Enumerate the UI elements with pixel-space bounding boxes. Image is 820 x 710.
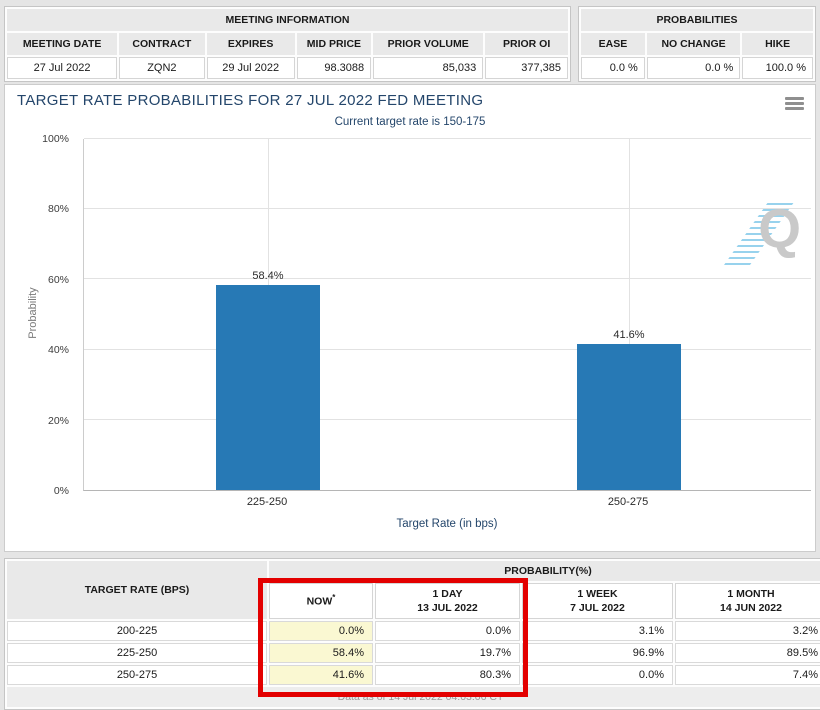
week-cell: 3.1%: [522, 621, 673, 642]
no-change-value: 0.0 %: [646, 57, 741, 79]
day-cell: 0.0%: [375, 621, 520, 642]
quikstrike-q-logo-icon: Q: [758, 197, 801, 259]
col-header-1-month: 1 MONTH 14 JUN 2022: [675, 583, 820, 620]
col-header-no-change: NO CHANGE: [646, 33, 741, 55]
table-row: 250-275 41.6% 80.3% 0.0% 7.4%: [7, 665, 820, 686]
probabilities-summary-table: PROBABILITIES EASE NO CHANGE HIKE 0.0 % …: [578, 6, 816, 82]
meeting-information-title: MEETING INFORMATION: [7, 9, 568, 31]
week-cell: 96.9%: [522, 643, 673, 664]
x-tick-label: 250-275: [607, 496, 649, 508]
table-row: 200-225 0.0% 0.0% 3.1% 3.2%: [7, 621, 820, 642]
x-tick-label: 225-250: [246, 496, 288, 508]
col-header-mid-price: MID PRICE: [296, 33, 372, 55]
meeting-date-value: 27 Jul 2022: [7, 57, 118, 79]
bar-250-275[interactable]: [577, 343, 681, 490]
table-row: 225-250 58.4% 19.7% 96.9% 89.5%: [7, 643, 820, 664]
col-header-prior-oi: PRIOR OI: [485, 33, 568, 55]
chart-title: TARGET RATE PROBABILITIES FOR 27 JUL 202…: [17, 92, 484, 109]
target-rate-cell: 200-225: [7, 621, 267, 642]
y-axis-title: Probability: [27, 287, 39, 339]
x-axis-title: Target Rate (in bps): [396, 518, 498, 530]
rate-probability-table: TARGET RATE (BPS) PROBABILITY(%) NOW* 1 …: [4, 558, 820, 710]
hike-value: 100.0 %: [742, 57, 813, 79]
now-cell: 0.0%: [269, 621, 373, 642]
bar-value-label: 41.6%: [613, 328, 645, 341]
meeting-information-table: MEETING INFORMATION MEETING DATE CONTRAC…: [4, 6, 571, 82]
ease-value: 0.0 %: [581, 57, 645, 79]
plot-area: 58.4% 41.6% Q: [83, 138, 811, 491]
col-header-1-day: 1 DAY 13 JUL 2022: [375, 583, 520, 620]
col-header-expires: EXPIRES: [206, 33, 295, 55]
col-header-ease: EASE: [581, 33, 645, 55]
y-axis-labels: 0% 20% 40% 60% 80% 100%: [42, 133, 69, 497]
prior-oi-value: 377,385: [485, 57, 568, 79]
week-cell: 0.0%: [522, 665, 673, 686]
probability-group-header: PROBABILITY(%): [269, 561, 820, 581]
col-header-meeting-date: MEETING DATE: [7, 33, 118, 55]
target-rate-probabilities-chart-panel: TARGET RATE PROBABILITIES FOR 27 JUL 202…: [4, 84, 816, 552]
probabilities-title: PROBABILITIES: [581, 9, 813, 31]
expires-value: 29 Jul 2022: [206, 57, 295, 79]
quikstrike-watermark: Q: [722, 197, 803, 271]
now-cell: 41.6%: [269, 665, 373, 686]
col-header-contract: CONTRACT: [119, 33, 205, 55]
now-cell: 58.4%: [269, 643, 373, 664]
day-cell: 19.7%: [375, 643, 520, 664]
prior-volume-value: 85,033: [373, 57, 484, 79]
chart-hamburger-menu-icon[interactable]: [785, 95, 804, 112]
col-header-now: NOW*: [269, 583, 373, 620]
month-cell: 7.4%: [675, 665, 820, 686]
target-rate-cell: 250-275: [7, 665, 267, 686]
bar-value-label: 58.4%: [252, 270, 284, 283]
col-header-1-week: 1 WEEK 7 JUL 2022: [522, 583, 673, 620]
day-cell: 80.3%: [375, 665, 520, 686]
chart-subtitle: Current target rate is 150-175: [334, 116, 486, 128]
mid-price-value: 98.3088: [296, 57, 372, 79]
target-rate-cell: 225-250: [7, 643, 267, 664]
col-header-prior-volume: PRIOR VOLUME: [373, 33, 484, 55]
contract-value: ZQN2: [119, 57, 205, 79]
col-header-hike: HIKE: [742, 33, 813, 55]
month-cell: 3.2%: [675, 621, 820, 642]
month-cell: 89.5%: [675, 643, 820, 664]
data-as-of-footnote: * Data as of 14 Jul 2022 04:03:06 CT: [7, 687, 820, 708]
bar-225-250[interactable]: [216, 285, 320, 490]
target-rate-bps-header: TARGET RATE (BPS): [7, 561, 267, 620]
